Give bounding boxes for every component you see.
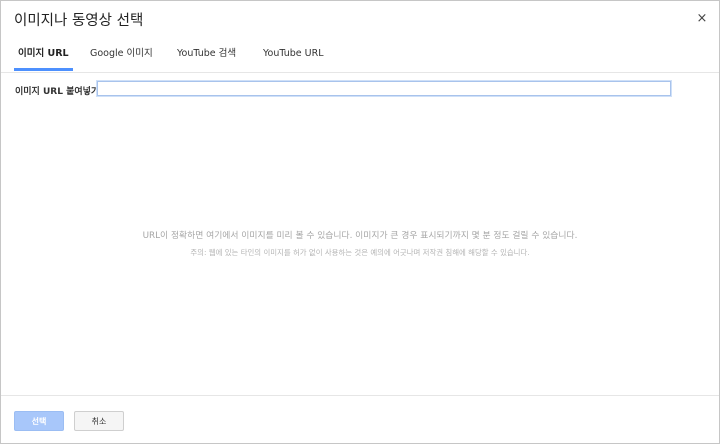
dialog-title: 이미지나 동영상 선택 [14, 13, 144, 29]
select-button[interactable]: 선택 [14, 411, 64, 431]
tab-youtube-search[interactable]: YouTube 검색 [177, 39, 236, 70]
close-icon[interactable]: × [694, 10, 710, 26]
url-field-label: 이미지 URL 붙여넣기: [15, 87, 103, 97]
cancel-button[interactable]: 취소 [74, 411, 124, 431]
dialog-footer: 선택 취소 [1, 395, 719, 444]
tab-image-url[interactable]: 이미지 URL [14, 39, 73, 71]
tab-bar: 이미지 URL Google 이미지 YouTube 검색 YouTube UR… [1, 39, 719, 73]
tab-youtube-url[interactable]: YouTube URL [263, 39, 324, 70]
preview-notice: URL이 정확하면 여기에서 이미지를 미리 볼 수 있습니다. 이미지가 큰 … [142, 231, 578, 241]
tab-google-images[interactable]: Google 이미지 [90, 39, 153, 70]
image-url-input[interactable] [97, 81, 671, 96]
copyright-warning: 주의: 웹에 있는 타인의 이미지를 허가 없이 사용하는 것은 예의에 어긋나… [190, 248, 530, 257]
media-picker-dialog: 이미지나 동영상 선택 × 이미지 URL Google 이미지 YouTube… [0, 0, 720, 444]
